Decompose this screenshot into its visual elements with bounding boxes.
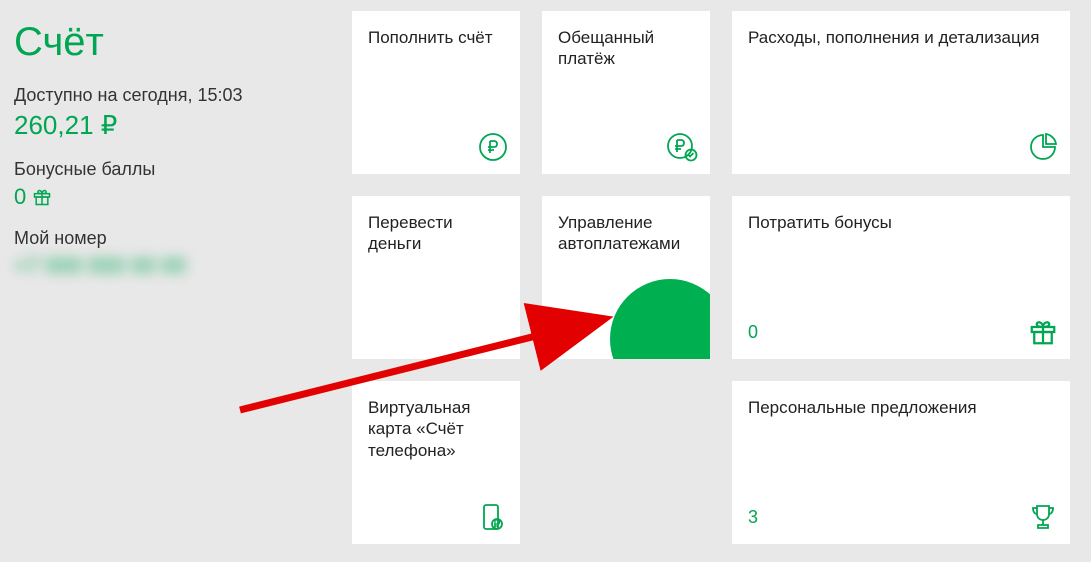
card-spend-bonus[interactable]: Потратить бонусы 0 [731,195,1071,360]
card-title: Пополнить счёт [368,27,504,48]
card-offers[interactable]: Персональные предложения 3 [731,380,1071,545]
pie-chart-icon [1028,132,1058,162]
phone-label: Мой номер [14,228,327,249]
card-promised-payment[interactable]: Обещанный платёж [541,10,711,175]
phone-card-icon [478,502,508,532]
card-title: Управление автоплатежами [558,212,694,255]
card-title: Обещанный платёж [558,27,694,70]
card-title: Виртуальная карта «Счёт телефона» [368,397,504,461]
card-value: 3 [748,507,758,528]
bonus-label: Бонусные баллы [14,159,327,180]
card-title: Перевести деньги [368,212,504,255]
balance-amount: 260,21 ₽ [14,110,327,141]
account-sidebar: Счёт Доступно на сегодня, 15:03 260,21 ₽… [0,0,341,562]
bonus-value-row: 0 [14,184,327,210]
bonus-value: 0 [14,184,26,210]
highlight-circle [610,279,711,360]
card-title: Потратить бонусы [748,212,1054,233]
card-virtual-card[interactable]: Виртуальная карта «Счёт телефона» [351,380,521,545]
card-title: Расходы, пополнения и детализация [748,27,1054,48]
trophy-icon [1028,502,1058,532]
card-value: 0 [748,322,758,343]
gift-icon [32,187,52,207]
card-transfer[interactable]: Перевести деньги [351,195,521,360]
ruble-circle-icon [478,132,508,162]
card-autopay[interactable]: Управление автоплатежами [541,195,711,360]
card-topup[interactable]: Пополнить счёт [351,10,521,175]
card-expenses[interactable]: Расходы, пополнения и детализация [731,10,1071,175]
ruble-check-icon [666,132,698,162]
actions-grid: Пополнить счёт Обещанный платёж Расх [341,0,1091,562]
gift-icon [1028,317,1058,347]
available-label: Доступно на сегодня, 15:03 [14,85,327,106]
card-title: Персональные предложения [748,397,1054,418]
phone-number: +7 000 000 00 00 [14,253,327,279]
page-title: Счёт [14,20,327,65]
